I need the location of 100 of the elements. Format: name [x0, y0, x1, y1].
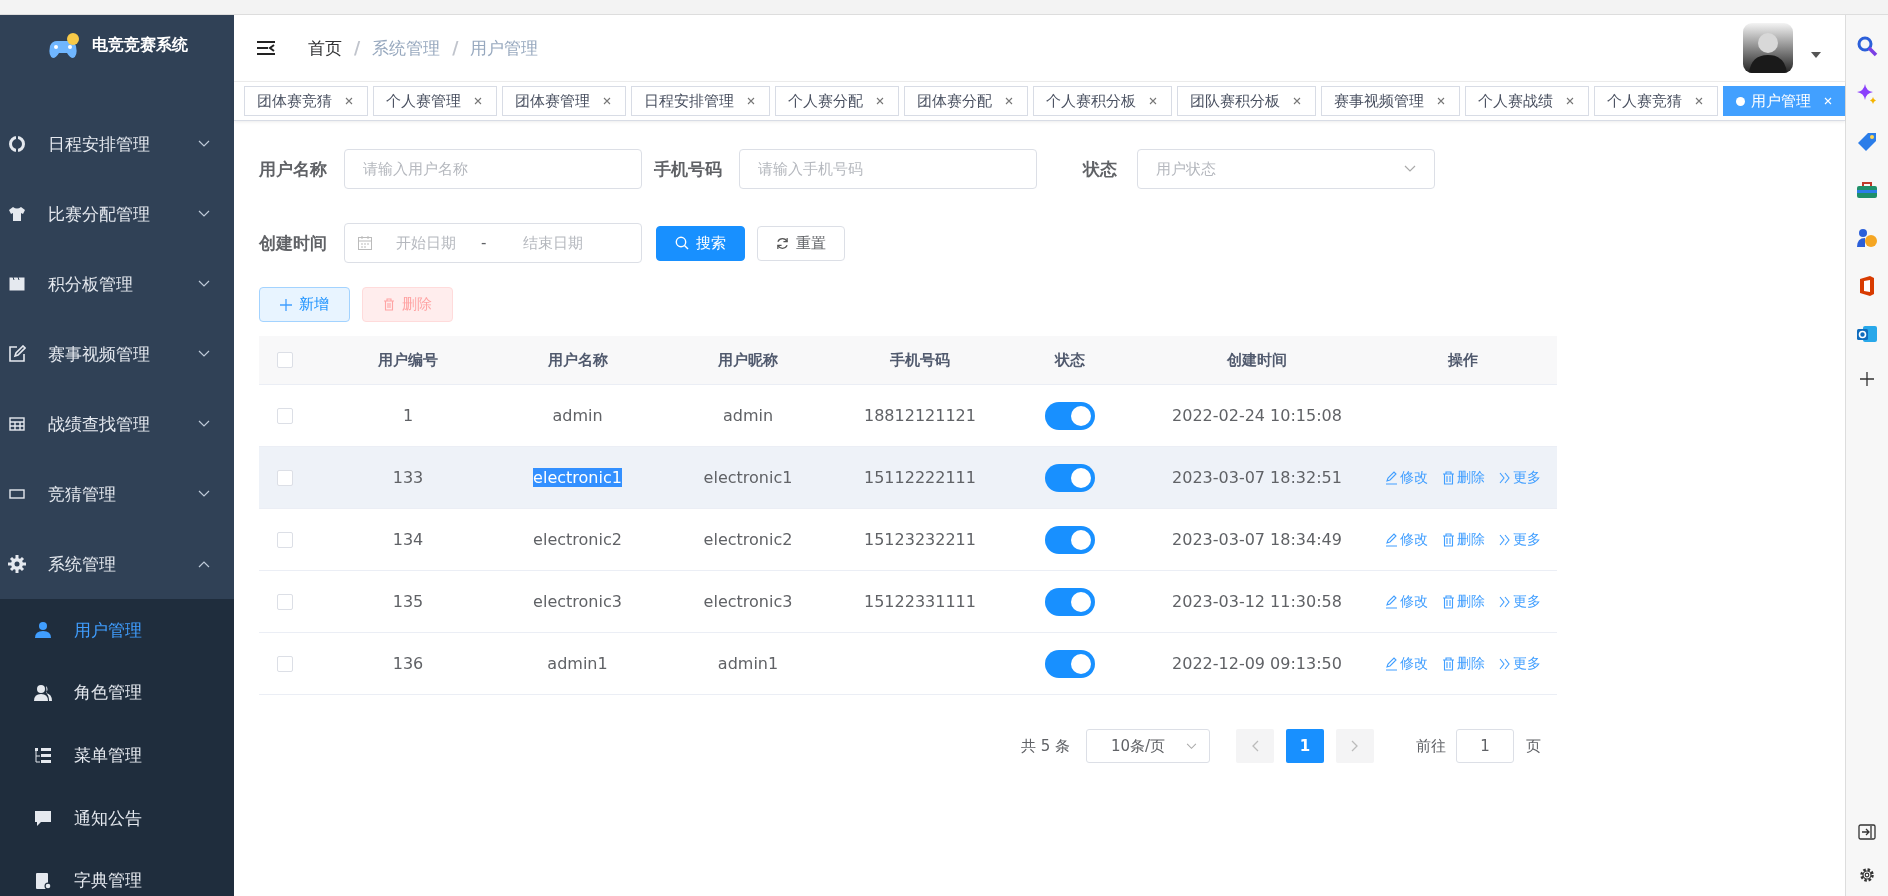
- submenu-item[interactable]: 角色管理: [0, 661, 234, 725]
- table-cell: 133: [392, 468, 424, 487]
- field-label: 创建时间: [259, 231, 328, 255]
- tab[interactable]: 个人赛分配: [775, 86, 899, 116]
- table-cell: 2022-02-24 10:15:08: [1172, 406, 1342, 425]
- table-cell: 1: [402, 406, 414, 425]
- tab[interactable]: 团体赛分配: [904, 86, 1028, 116]
- breadcrumb-separator: /: [452, 38, 459, 58]
- tag-icon[interactable]: [1856, 131, 1878, 153]
- page-input[interactable]: 1: [1456, 729, 1514, 763]
- checkbox[interactable]: [277, 593, 293, 610]
- submenu-item[interactable]: 菜单管理: [0, 724, 234, 787]
- user-icon: [34, 621, 52, 640]
- trash-icon: [1441, 594, 1455, 609]
- menu-item[interactable]: 积分板管理: [0, 249, 234, 319]
- tab[interactable]: 个人赛战绩: [1465, 86, 1589, 116]
- column-header: 创建时间: [1226, 350, 1288, 370]
- checkbox[interactable]: [277, 655, 293, 672]
- settings-icon[interactable]: [1858, 866, 1876, 884]
- list-icon: [34, 746, 52, 765]
- table-cell: 134: [392, 530, 424, 549]
- column-header: 用户编号: [377, 350, 439, 370]
- menu-item[interactable]: 比赛分配管理: [0, 179, 234, 249]
- tab[interactable]: 团体赛竞猜: [244, 86, 368, 116]
- menu-item[interactable]: 系统管理: [0, 529, 234, 599]
- menu-label: 菜单管理: [74, 744, 142, 767]
- people-icon[interactable]: [1856, 227, 1878, 249]
- column-header: 用户名称: [546, 350, 609, 370]
- close-icon[interactable]: [1149, 97, 1157, 105]
- close-icon[interactable]: [474, 97, 482, 105]
- chevron-icon: [1186, 742, 1197, 750]
- field-label: 用户名称: [259, 157, 328, 181]
- phone-field[interactable]: 请输入手机号码: [739, 149, 1037, 189]
- table-cell: 2023-03-07 18:34:49: [1172, 530, 1342, 549]
- close-icon[interactable]: [603, 97, 611, 105]
- status-switch[interactable]: [1045, 401, 1095, 430]
- menu-item[interactable]: 竞猜管理: [0, 459, 234, 529]
- status-switch[interactable]: [1045, 587, 1095, 616]
- status-switch[interactable]: [1045, 463, 1095, 492]
- tab[interactable]: 团体赛管理: [502, 86, 626, 116]
- checkbox[interactable]: [277, 407, 293, 424]
- menu-item[interactable]: 战绩查找管理: [0, 389, 234, 459]
- trash-icon: [1441, 656, 1455, 671]
- checkbox[interactable]: [277, 469, 293, 486]
- table-cell: admin: [552, 406, 603, 425]
- close-icon[interactable]: [345, 97, 353, 105]
- tab[interactable]: 日程安排管理: [631, 86, 770, 116]
- submenu-item[interactable]: 用户管理: [0, 599, 234, 662]
- tab[interactable]: 赛事视频管理: [1321, 86, 1460, 116]
- add-icon[interactable]: [1859, 371, 1875, 387]
- menu-label: 积分板管理: [48, 272, 134, 296]
- breadcrumb-item: 系统管理: [372, 36, 441, 60]
- submenu-item[interactable]: 通知公告: [0, 786, 234, 850]
- menu-item[interactable]: 赛事视频管理: [0, 319, 234, 389]
- tab[interactable]: 个人赛管理: [373, 86, 497, 116]
- menu-item[interactable]: 日程安排管理: [0, 109, 234, 179]
- tab[interactable]: 个人赛积分板: [1033, 86, 1172, 116]
- double-chevron-icon: [1498, 471, 1511, 484]
- goto-label: 前往: [1416, 736, 1446, 756]
- submenu-item[interactable]: 字典管理: [0, 849, 234, 896]
- status-switch[interactable]: [1045, 525, 1095, 554]
- search-icon[interactable]: [1856, 35, 1878, 57]
- pencil-icon: [1384, 594, 1398, 609]
- panel-icon[interactable]: [1858, 824, 1876, 840]
- menu-label: 战绩查找管理: [48, 412, 151, 436]
- tab[interactable]: 个人赛竞猜: [1594, 86, 1718, 116]
- sparkle-icon[interactable]: [1856, 83, 1878, 105]
- double-chevron-icon: [1498, 533, 1511, 546]
- menu-label: 用户管理: [74, 618, 142, 642]
- menu-icon[interactable]: [256, 40, 276, 56]
- table-cell: admin1: [547, 654, 608, 673]
- menu-label: 赛事视频管理: [48, 342, 151, 366]
- page-size-select[interactable]: 10条/页: [1086, 729, 1210, 763]
- breadcrumb-link[interactable]: 首页: [308, 36, 342, 60]
- gamepad-icon: [46, 31, 80, 60]
- column-header: 手机号码: [889, 350, 951, 370]
- date-range-field[interactable]: 开始日期 - 结束日期: [344, 223, 642, 263]
- close-icon[interactable]: [1437, 97, 1445, 105]
- avatar-image[interactable]: [1743, 23, 1793, 73]
- close-icon[interactable]: [1695, 97, 1703, 105]
- reset-button[interactable]: 重置: [757, 225, 845, 261]
- close-icon[interactable]: [1005, 97, 1013, 105]
- caret-icon[interactable]: [1811, 52, 1821, 58]
- document-icon: [34, 871, 52, 890]
- close-icon[interactable]: [1293, 97, 1301, 105]
- close-icon[interactable]: [1566, 97, 1574, 105]
- close-icon[interactable]: [747, 97, 755, 105]
- app-title: 电竞竞赛系统: [92, 35, 188, 56]
- checkbox[interactable]: [277, 352, 293, 368]
- checkbox[interactable]: [277, 531, 293, 548]
- user-name-field[interactable]: 请输入用户名称: [344, 149, 642, 189]
- tab[interactable]: 团队赛积分板: [1177, 86, 1316, 116]
- close-icon[interactable]: [876, 97, 884, 105]
- edit-icon: [8, 345, 26, 363]
- status-switch[interactable]: [1045, 649, 1095, 678]
- table-cell: 18812121121: [864, 406, 976, 425]
- toolbox-icon[interactable]: [1856, 179, 1878, 201]
- menu-label: 系统管理: [48, 552, 117, 576]
- table-cell: 15123232211: [864, 530, 976, 549]
- mail-icon[interactable]: [1856, 323, 1878, 345]
